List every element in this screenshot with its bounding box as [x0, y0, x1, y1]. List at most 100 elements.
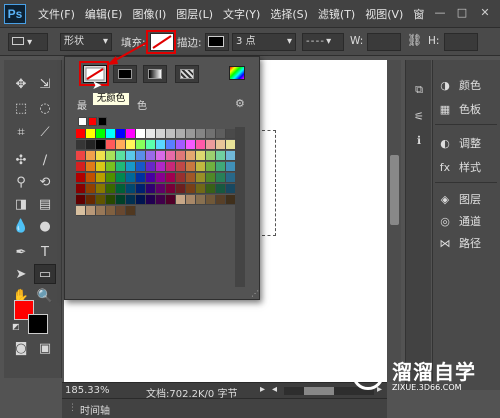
color-swatch[interactable]	[206, 129, 216, 139]
panel-styles[interactable]: fx 样式	[437, 156, 481, 178]
color-swatch[interactable]	[86, 129, 96, 139]
stroke-type-select[interactable]: - - - - ▾	[302, 33, 344, 51]
color-swatch[interactable]	[156, 162, 166, 172]
zoom-level[interactable]: 185.33%	[65, 385, 110, 396]
lasso-icon[interactable]: ◌	[34, 98, 56, 118]
menu-window[interactable]: 窗	[413, 6, 424, 22]
eraser-icon[interactable]: ◨	[10, 194, 32, 214]
color-swatch[interactable]	[206, 173, 216, 183]
color-swatch[interactable]	[86, 206, 96, 216]
color-swatch[interactable]	[216, 195, 226, 205]
stroke-swatch-button[interactable]	[205, 33, 229, 51]
move-icon[interactable]: ✥	[10, 74, 32, 94]
pattern-mode-button[interactable]	[175, 65, 199, 83]
color-swatch[interactable]	[166, 195, 176, 205]
panel-color[interactable]: ◑ 颜色	[437, 74, 481, 96]
color-swatch[interactable]	[186, 129, 196, 139]
color-swatch[interactable]	[96, 151, 106, 161]
color-swatch[interactable]	[126, 173, 136, 183]
color-swatch[interactable]	[86, 184, 96, 194]
color-swatch[interactable]	[136, 129, 146, 139]
panel-adjustments[interactable]: ◐ 调整	[437, 132, 481, 154]
height-input[interactable]	[444, 33, 478, 51]
color-swatch[interactable]	[106, 206, 116, 216]
color-swatch[interactable]	[216, 162, 226, 172]
zoom-icon[interactable]: 🔍	[34, 286, 56, 306]
menu-select[interactable]: 选择(S)	[270, 6, 308, 22]
screen-mode-icon[interactable]: ▣	[34, 338, 56, 358]
color-swatch[interactable]	[116, 162, 126, 172]
color-swatch[interactable]	[106, 195, 116, 205]
properties-icon[interactable]: ⚟	[408, 106, 430, 126]
shape-icon[interactable]: ▭	[34, 264, 56, 284]
menu-view[interactable]: 视图(V)	[365, 6, 403, 22]
color-swatch[interactable]	[216, 184, 226, 194]
panel-swatches[interactable]: ▦ 色板	[437, 98, 481, 120]
color-swatch[interactable]	[76, 162, 86, 172]
quick-mask-icon[interactable]: ◙	[10, 338, 32, 358]
color-swatch[interactable]	[196, 195, 206, 205]
color-swatch[interactable]	[106, 173, 116, 183]
color-swatch[interactable]	[116, 195, 126, 205]
color-swatch[interactable]	[186, 151, 196, 161]
crop-icon[interactable]: ⌗	[10, 122, 32, 142]
color-picker-icon[interactable]	[229, 66, 245, 80]
pen-icon[interactable]: ✒	[10, 242, 32, 262]
color-swatch[interactable]	[216, 151, 226, 161]
color-swatch[interactable]	[96, 206, 106, 216]
stamp-icon[interactable]: ⚲	[10, 172, 32, 192]
color-swatch[interactable]	[146, 162, 156, 172]
color-swatch[interactable]	[196, 173, 206, 183]
brush-icon[interactable]: ∕	[34, 150, 56, 170]
color-swatch[interactable]	[76, 206, 86, 216]
color-swatch[interactable]	[186, 184, 196, 194]
color-swatch[interactable]	[116, 206, 126, 216]
menu-layer[interactable]: 图层(L)	[176, 6, 213, 22]
color-swatch[interactable]	[146, 173, 156, 183]
menu-image[interactable]: 图像(I)	[132, 6, 166, 22]
panel-grip-icon[interactable]: ⋮	[68, 403, 77, 413]
info-icon[interactable]: ℹ	[408, 130, 430, 150]
color-swatch[interactable]	[156, 140, 166, 150]
color-swatch[interactable]	[156, 129, 166, 139]
color-swatch[interactable]	[186, 140, 196, 150]
color-swatch[interactable]	[146, 151, 156, 161]
color-swatch[interactable]	[116, 173, 126, 183]
color-swatch[interactable]	[206, 184, 216, 194]
color-swatch[interactable]	[126, 184, 136, 194]
color-swatch[interactable]	[176, 184, 186, 194]
color-swatch[interactable]	[86, 162, 96, 172]
color-swatch[interactable]	[196, 151, 206, 161]
default-colors-icon[interactable]: ◩	[12, 322, 20, 331]
recent-color-swatch[interactable]	[78, 117, 87, 126]
swatch-scrollbar[interactable]	[235, 127, 245, 287]
color-swatch[interactable]	[106, 140, 116, 150]
color-swatch[interactable]	[166, 140, 176, 150]
color-swatch[interactable]	[106, 184, 116, 194]
healing-icon[interactable]: ✣	[10, 150, 32, 170]
gear-icon[interactable]: ⚙	[235, 97, 245, 110]
color-swatch[interactable]	[76, 173, 86, 183]
color-swatch[interactable]	[166, 151, 176, 161]
color-swatch[interactable]	[126, 206, 136, 216]
color-swatch[interactable]	[166, 162, 176, 172]
scroll-left-icon[interactable]: ◂	[272, 384, 277, 395]
color-swatch[interactable]	[76, 151, 86, 161]
menu-edit[interactable]: 编辑(E)	[85, 6, 123, 22]
color-swatch[interactable]	[116, 129, 126, 139]
recent-color-swatch[interactable]	[98, 117, 107, 126]
color-swatch[interactable]	[176, 195, 186, 205]
color-swatch[interactable]	[76, 195, 86, 205]
color-swatch[interactable]	[116, 140, 126, 150]
color-swatch[interactable]	[176, 173, 186, 183]
color-swatch[interactable]	[96, 173, 106, 183]
color-swatch[interactable]	[186, 162, 196, 172]
color-swatch[interactable]	[96, 140, 106, 150]
color-swatch[interactable]	[136, 140, 146, 150]
color-swatch[interactable]	[166, 184, 176, 194]
color-swatch[interactable]	[156, 195, 166, 205]
horizontal-scrollbar-thumb[interactable]	[304, 387, 334, 395]
color-swatch[interactable]	[176, 140, 186, 150]
color-swatch[interactable]	[96, 184, 106, 194]
color-swatch[interactable]	[166, 129, 176, 139]
